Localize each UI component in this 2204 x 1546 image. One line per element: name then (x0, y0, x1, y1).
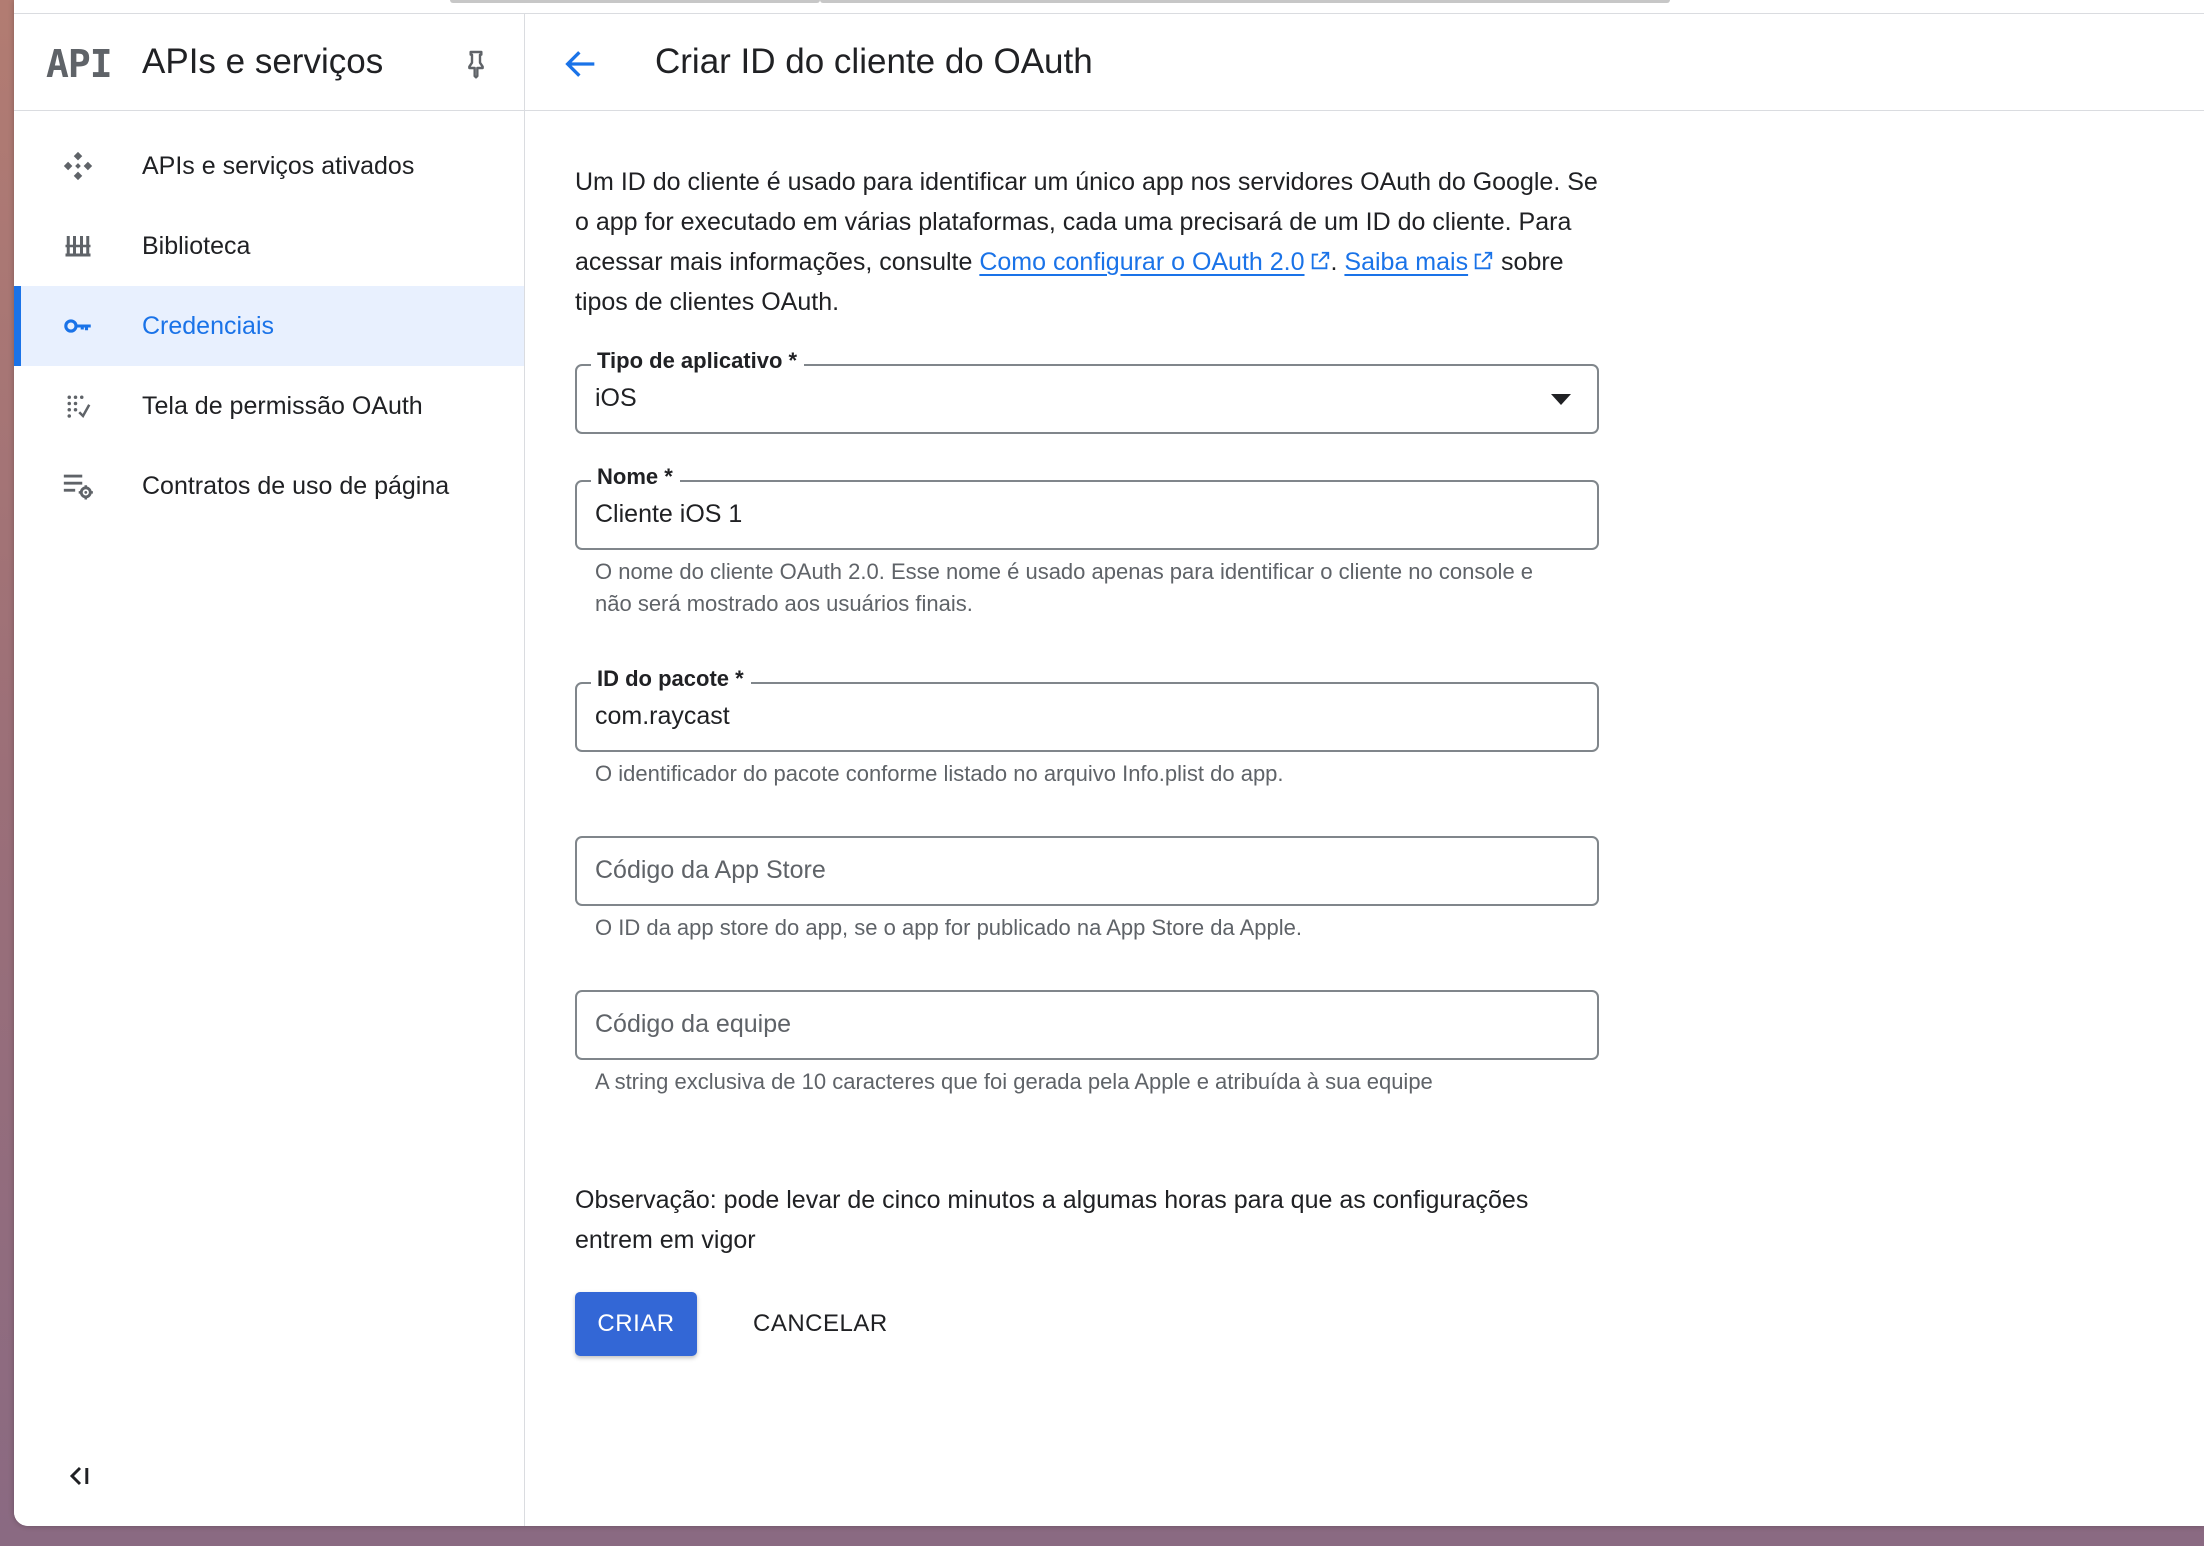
app-store-id-input[interactable]: Código da App Store (575, 836, 1599, 906)
list-settings-icon (58, 466, 98, 506)
name-label: Nome * (591, 464, 680, 490)
form-fields: Tipo de aplicativo * iOS Nome * Cliente … (575, 14, 1605, 1514)
consent-screen-icon (58, 386, 98, 426)
app-store-id-hint: O ID da app store do app, se o app for p… (595, 915, 1302, 940)
browser-tab-indicator[interactable] (820, 0, 1670, 3)
sidebar-item-credenciais[interactable]: Credenciais (14, 286, 524, 366)
apis-diamond-icon (58, 146, 98, 186)
sidebar-header: API APIs e serviços (14, 14, 524, 111)
app-type-value: iOS (595, 384, 637, 412)
app-window: API APIs e serviços APIs e serviços ativ (14, 0, 2204, 1526)
api-logo: API (46, 42, 113, 86)
bundle-id-hint: O identificador do pacote conforme lista… (595, 761, 1284, 786)
sidebar-nav: APIs e serviços ativados Biblioteca Cred… (14, 126, 524, 526)
browser-tab-strip (14, 0, 2204, 14)
sidebar-item-label: Tela de permissão OAuth (142, 391, 423, 420)
app-type-select[interactable]: Tipo de aplicativo * iOS (575, 348, 1599, 434)
bundle-id-input[interactable]: ID do pacote * com.raycast (575, 666, 1599, 752)
sidebar-item-tela-permissao[interactable]: Tela de permissão OAuth (14, 366, 524, 446)
dropdown-arrow-icon (1551, 394, 1571, 405)
sidebar-item-biblioteca[interactable]: Biblioteca (14, 206, 524, 286)
note-text: Observação: pode levar de cinco minutos … (575, 1186, 1529, 1254)
library-icon (58, 226, 98, 266)
app-store-id-placeholder: Código da App Store (595, 856, 826, 884)
sidebar-item-label: APIs e serviços ativados (142, 151, 415, 180)
sidebar: API APIs e serviços APIs e serviços ativ (14, 14, 525, 1526)
sidebar-item-apis-ativados[interactable]: APIs e serviços ativados (14, 126, 524, 206)
sidebar-item-contratos[interactable]: Contratos de uso de página (14, 446, 524, 526)
name-input[interactable]: Nome * Cliente iOS 1 (575, 464, 1599, 550)
collapse-sidebar-icon[interactable] (64, 1460, 96, 1492)
cancel-button[interactable]: CANCELAR (741, 1292, 900, 1356)
create-button[interactable]: CRIAR (575, 1292, 697, 1356)
team-id-placeholder: Código da equipe (595, 1010, 791, 1038)
sidebar-item-label: Biblioteca (142, 231, 251, 260)
main-content: Criar ID do cliente do OAuth Um ID do cl… (525, 14, 2204, 1526)
bundle-id-label: ID do pacote * (591, 666, 751, 692)
key-icon (58, 306, 98, 346)
app-type-label: Tipo de aplicativo * (591, 348, 805, 374)
sidebar-item-label: Credenciais (142, 311, 275, 340)
name-value: Cliente iOS 1 (595, 500, 743, 528)
sidebar-item-label: Contratos de uso de página (142, 471, 450, 500)
team-id-hint: A string exclusiva de 10 caracteres que … (595, 1069, 1433, 1094)
pin-icon[interactable] (460, 48, 492, 80)
team-id-input[interactable]: Código da equipe (575, 990, 1599, 1060)
sidebar-title: APIs e serviços (142, 42, 384, 81)
bundle-id-value: com.raycast (595, 702, 730, 730)
name-hint: O nome do cliente OAuth 2.0. Esse nome é… (595, 559, 1534, 616)
browser-tab-indicator[interactable] (450, 0, 820, 3)
